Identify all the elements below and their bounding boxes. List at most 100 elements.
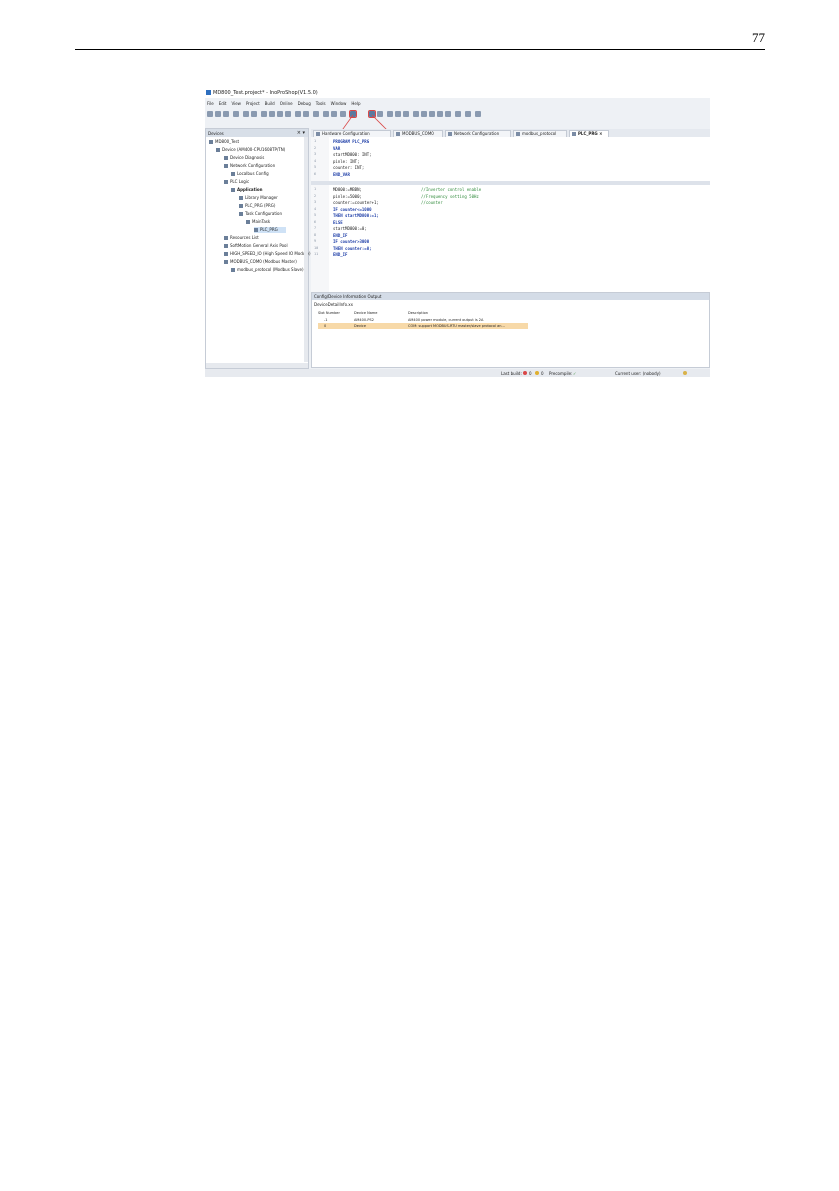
line-number: 5 (314, 165, 317, 169)
task-icon (246, 220, 250, 224)
code-line[interactable]: pinle:=5000; (333, 194, 362, 199)
plc-logic-icon (224, 180, 228, 184)
declaration-line[interactable]: PROGRAM PLC_PRG (333, 139, 369, 144)
tree-item-device[interactable]: Device (AM400-CPU1608TP/TN) (216, 147, 285, 153)
column-slot-number: Slot Number (318, 311, 340, 315)
devices-panel-title: Devices (208, 131, 224, 136)
editor-splitter[interactable] (311, 181, 710, 185)
declaration-line[interactable]: VAR (333, 146, 340, 151)
info-panel-title: Config/Device Information Output (314, 294, 382, 299)
tree-item-maintask[interactable]: MainTask (246, 219, 270, 225)
line-number: 4 (314, 158, 317, 163)
info-panel-subtitle: DeviceDetailInfo.xx (314, 302, 353, 307)
io-module-icon (224, 252, 228, 256)
code-line[interactable]: ELSE (333, 220, 343, 225)
line-number: 2 (314, 193, 317, 198)
tree-item-plc-prg[interactable]: PLC_PRG (PRG) (239, 203, 275, 209)
tab-modbus-com0[interactable]: MODBUS_COM0 (393, 130, 443, 137)
devices-panel-header: Devices × ▾ (206, 129, 308, 137)
devices-vertical-scrollbar[interactable] (304, 137, 308, 362)
tree-item-library-manager[interactable]: Library Manager (239, 195, 278, 201)
network-icon (224, 164, 228, 168)
declaration-line[interactable]: startMD800: INT; (333, 152, 372, 157)
localbus-icon (231, 172, 235, 176)
tab-modbus-protocol[interactable]: modbus_protocol (513, 130, 567, 137)
tree-item-device-diagnosis[interactable]: Device Diagnosis (224, 155, 264, 161)
line-number: 9 (314, 239, 317, 243)
line-number: 1 (314, 187, 317, 191)
tree-item-project[interactable]: MD800_Test (209, 139, 239, 145)
protocol-icon (516, 132, 520, 136)
hardware-icon (316, 132, 320, 136)
tree-item-network-configuration[interactable]: Network Configuration (224, 163, 275, 169)
declaration-line[interactable]: counter: INT; (333, 165, 364, 170)
column-device-name: Device Name (354, 311, 378, 315)
tab-hardware-configuration[interactable]: Hardware Configuration (313, 130, 391, 137)
declaration-line[interactable]: END_VAR (333, 172, 350, 177)
task-config-icon (239, 212, 243, 216)
axis-pool-icon (224, 244, 228, 248)
description-cell: AM400 power module, current output is 2A (408, 318, 484, 322)
column-description: Description (408, 311, 428, 315)
error-count: 0 (529, 371, 532, 376)
line-number: 1 (314, 139, 317, 143)
tree-item-localbus-config[interactable]: Localbus Config (231, 171, 269, 177)
precompile-label: Precompile: (549, 371, 573, 376)
tree-item-application[interactable]: Application (231, 187, 263, 193)
slot-cell: 0 (324, 324, 327, 328)
tree-item-resources-list[interactable]: Resources List (224, 235, 259, 241)
warning-icon (535, 371, 539, 375)
tab-plc-prg[interactable]: PLC_PRG × (569, 130, 609, 137)
code-comment: //Frequency setting 50Hz (421, 193, 479, 199)
table-row[interactable]: 0 Device COM: support MODBUS-RTU master/… (318, 323, 528, 329)
line-number: 5 (314, 213, 317, 217)
code-line[interactable]: startMD800:=0; (333, 226, 367, 231)
prg-tab-icon (572, 132, 576, 136)
line-number: 7 (314, 226, 317, 230)
tree-item-task-configuration[interactable]: Task Configuration (239, 211, 282, 217)
library-icon (239, 196, 243, 200)
info-panel-header: Config/Device Information Output (312, 293, 709, 300)
project-icon (209, 140, 213, 144)
code-line[interactable]: END_IF (333, 252, 347, 257)
ide-screenshot: MD800_Test.project* - InoProShop(V1.5.0)… (205, 88, 710, 377)
description-cell: COM: support MODBUS-RTU master/slave pro… (408, 324, 505, 328)
code-line[interactable]: END_IF (333, 233, 347, 238)
code-line[interactable]: THEN counter:=0; (333, 246, 372, 251)
close-icon[interactable]: × ▾ (297, 130, 305, 136)
check-icon: ✓ (573, 371, 577, 376)
editor-tabs: Hardware Configuration MODBUS_COM0 Netwo… (311, 129, 710, 137)
current-user: Current user: (nobody) (615, 371, 661, 376)
line-number: 11 (314, 252, 319, 256)
user-status-icon (683, 371, 687, 375)
code-line[interactable]: MD800:=MBBN; (333, 187, 362, 192)
tree-item-modbus-com0[interactable]: MODBUS_COM0 (Modbus Master) (224, 259, 297, 265)
network-tab-icon (448, 132, 452, 136)
error-icon (523, 371, 527, 375)
declaration-line[interactable]: pinle: INT; (333, 159, 360, 164)
line-number: 3 (314, 200, 317, 204)
tree-item-modbus-protocol[interactable]: modbus_protocol (Modbus Slave) (231, 267, 304, 273)
application-icon (231, 188, 235, 192)
tree-item-plc-logic[interactable]: PLC Logic (224, 179, 249, 185)
code-editor[interactable]: 1 PROGRAM PLC_PRG 2 VAR 3 startMD800: INT; 4 … (311, 137, 710, 292)
tree-item-plc-prg-call[interactable]: PLC_PRG (254, 227, 286, 233)
code-line[interactable]: THEN startMD800:=1; (333, 213, 379, 218)
modbus-slave-icon (231, 268, 235, 272)
line-number: 2 (314, 145, 317, 150)
last-build-label: Last build: (501, 371, 522, 376)
device-name-cell: Device (354, 324, 366, 328)
line-number: 3 (314, 152, 317, 156)
modbus-master-icon (224, 260, 228, 264)
devices-horizontal-scrollbar[interactable] (206, 363, 308, 368)
code-line[interactable]: IF counter>3000 (333, 239, 369, 244)
code-line[interactable]: IF counter<=1000 (333, 207, 372, 212)
status-bar: Last build: 0 0 Precompile: ✓ Current us… (205, 369, 710, 377)
program-icon (239, 204, 243, 208)
code-line[interactable]: counter:=counter+1; (333, 200, 379, 205)
modbus-icon (396, 132, 400, 136)
tree-item-high-speed-io[interactable]: HIGH_SPEED_IO (High Speed IO Module) (224, 251, 311, 257)
slot-cell: -1 (324, 318, 328, 322)
tree-item-softmotion-axis-pool[interactable]: SoftMotion General Axis Pool (224, 243, 288, 249)
tab-network-configuration[interactable]: Network Configuration (445, 130, 511, 137)
